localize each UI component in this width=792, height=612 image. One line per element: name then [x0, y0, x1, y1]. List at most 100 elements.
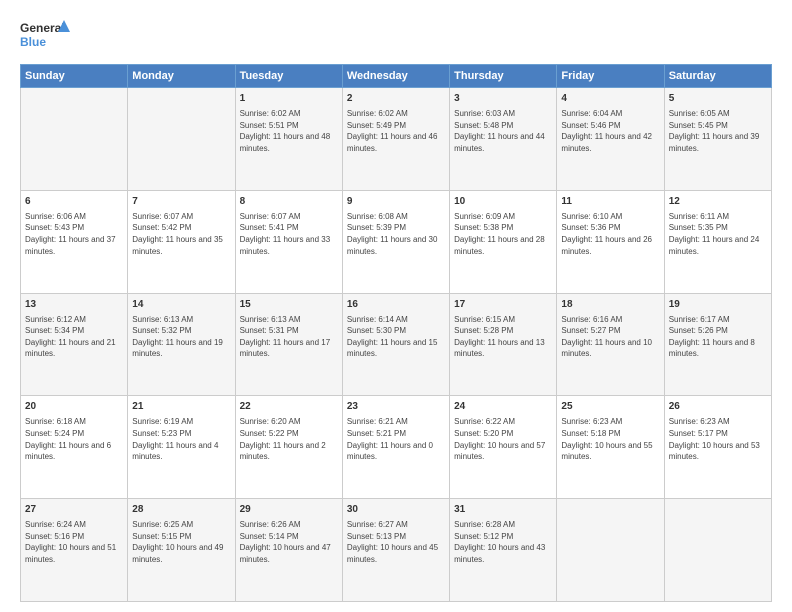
calendar-week-row: 1 Sunrise: 6:02 AM Sunset: 5:51 PM Daylig…	[21, 88, 772, 191]
calendar-cell: 2 Sunrise: 6:02 AM Sunset: 5:49 PM Daylig…	[342, 88, 449, 191]
day-number: 31	[454, 503, 552, 517]
day-number: 28	[132, 503, 230, 517]
calendar-cell: 4 Sunrise: 6:04 AM Sunset: 5:46 PM Daylig…	[557, 88, 664, 191]
calendar-cell	[557, 499, 664, 602]
calendar-cell: 29Sunrise: 6:26 AM Sunset: 5:14 PM Dayli…	[235, 499, 342, 602]
calendar-cell: 19 Sunrise: 6:17 AM Sunset: 5:26 PM Dayli…	[664, 293, 771, 396]
calendar-cell: 14 Sunrise: 6:13 AM Sunset: 5:32 PM Dayli…	[128, 293, 235, 396]
calendar-cell: 13Sunrise: 6:12 AM Sunset: 5:34 PM Dayli…	[21, 293, 128, 396]
cell-content: Sunrise: 6:19 AM Sunset: 5:23 PM Dayligh…	[132, 416, 230, 462]
cell-content: Sunrise: 6:07 AM Sunset: 5:41 PM Dayligh…	[240, 211, 338, 257]
cell-content: Sunrise: 6:28 AM Sunset: 5:12 PM Dayligh…	[454, 519, 552, 565]
header-row: SundayMondayTuesdayWednesdayThursdayFrid…	[21, 65, 772, 88]
day-number: 7	[132, 195, 230, 209]
header: General Blue	[20, 16, 772, 54]
calendar-cell: 9 Sunrise: 6:08 AM Sunset: 5:39 PM Daylig…	[342, 190, 449, 293]
day-number: 20	[25, 400, 123, 414]
cell-content: Sunrise: 6:04 AM Sunset: 5:46 PM Dayligh…	[561, 108, 659, 154]
calendar-cell: 12Sunrise: 6:11 AM Sunset: 5:35 PM Dayli…	[664, 190, 771, 293]
day-number: 1	[240, 92, 338, 106]
calendar-cell: 6Sunrise: 6:06 AM Sunset: 5:43 PM Daylig…	[21, 190, 128, 293]
calendar-cell: 23 Sunrise: 6:21 AM Sunset: 5:21 PM Dayli…	[342, 396, 449, 499]
cell-content: Sunrise: 6:06 AM Sunset: 5:43 PM Dayligh…	[25, 211, 123, 257]
day-number: 29	[240, 503, 338, 517]
cell-content: Sunrise: 6:20 AM Sunset: 5:22 PM Dayligh…	[240, 416, 338, 462]
day-number: 19	[669, 298, 767, 312]
calendar-table: SundayMondayTuesdayWednesdayThursdayFrid…	[20, 64, 772, 602]
calendar-cell: 7 Sunrise: 6:07 AM Sunset: 5:42 PM Daylig…	[128, 190, 235, 293]
logo-svg: General Blue	[20, 16, 70, 54]
page: General Blue SundayMondayTuesdayWednesda…	[0, 0, 792, 612]
day-number: 14	[132, 298, 230, 312]
cell-content: Sunrise: 6:23 AM Sunset: 5:17 PM Dayligh…	[669, 416, 767, 462]
calendar-cell: 1 Sunrise: 6:02 AM Sunset: 5:51 PM Daylig…	[235, 88, 342, 191]
svg-text:General: General	[20, 21, 65, 35]
cell-content: Sunrise: 6:15 AM Sunset: 5:28 PM Dayligh…	[454, 314, 552, 360]
logo: General Blue	[20, 16, 70, 54]
cell-content: Sunrise: 6:08 AM Sunset: 5:39 PM Dayligh…	[347, 211, 445, 257]
cell-content: Sunrise: 6:23 AM Sunset: 5:18 PM Dayligh…	[561, 416, 659, 462]
calendar-cell: 27Sunrise: 6:24 AM Sunset: 5:16 PM Dayli…	[21, 499, 128, 602]
cell-content: Sunrise: 6:14 AM Sunset: 5:30 PM Dayligh…	[347, 314, 445, 360]
calendar-week-row: 6Sunrise: 6:06 AM Sunset: 5:43 PM Daylig…	[21, 190, 772, 293]
day-number: 13	[25, 298, 123, 312]
calendar-cell: 3 Sunrise: 6:03 AM Sunset: 5:48 PM Daylig…	[450, 88, 557, 191]
calendar-cell: 20Sunrise: 6:18 AM Sunset: 5:24 PM Dayli…	[21, 396, 128, 499]
day-number: 11	[561, 195, 659, 209]
cell-content: Sunrise: 6:02 AM Sunset: 5:49 PM Dayligh…	[347, 108, 445, 154]
day-number: 2	[347, 92, 445, 106]
weekday-header: Saturday	[664, 65, 771, 88]
calendar-cell: 30 Sunrise: 6:27 AM Sunset: 5:13 PM Dayli…	[342, 499, 449, 602]
calendar-cell: 16 Sunrise: 6:14 AM Sunset: 5:30 PM Dayli…	[342, 293, 449, 396]
cell-content: Sunrise: 6:02 AM Sunset: 5:51 PM Dayligh…	[240, 108, 338, 154]
day-number: 26	[669, 400, 767, 414]
day-number: 25	[561, 400, 659, 414]
calendar-cell: 15 Sunrise: 6:13 AM Sunset: 5:31 PM Dayli…	[235, 293, 342, 396]
cell-content: Sunrise: 6:17 AM Sunset: 5:26 PM Dayligh…	[669, 314, 767, 360]
day-number: 24	[454, 400, 552, 414]
cell-content: Sunrise: 6:13 AM Sunset: 5:32 PM Dayligh…	[132, 314, 230, 360]
cell-content: Sunrise: 6:27 AM Sunset: 5:13 PM Dayligh…	[347, 519, 445, 565]
day-number: 16	[347, 298, 445, 312]
cell-content: Sunrise: 6:07 AM Sunset: 5:42 PM Dayligh…	[132, 211, 230, 257]
calendar-cell: 18Sunrise: 6:16 AM Sunset: 5:27 PM Dayli…	[557, 293, 664, 396]
calendar-header: SundayMondayTuesdayWednesdayThursdayFrid…	[21, 65, 772, 88]
cell-content: Sunrise: 6:22 AM Sunset: 5:20 PM Dayligh…	[454, 416, 552, 462]
calendar-cell: 11 Sunrise: 6:10 AM Sunset: 5:36 PM Dayli…	[557, 190, 664, 293]
cell-content: Sunrise: 6:24 AM Sunset: 5:16 PM Dayligh…	[25, 519, 123, 565]
day-number: 10	[454, 195, 552, 209]
day-number: 9	[347, 195, 445, 209]
weekday-header: Friday	[557, 65, 664, 88]
cell-content: Sunrise: 6:09 AM Sunset: 5:38 PM Dayligh…	[454, 211, 552, 257]
calendar-cell: 22Sunrise: 6:20 AM Sunset: 5:22 PM Dayli…	[235, 396, 342, 499]
calendar-week-row: 13Sunrise: 6:12 AM Sunset: 5:34 PM Dayli…	[21, 293, 772, 396]
calendar-cell: 17Sunrise: 6:15 AM Sunset: 5:28 PM Dayli…	[450, 293, 557, 396]
cell-content: Sunrise: 6:05 AM Sunset: 5:45 PM Dayligh…	[669, 108, 767, 154]
cell-content: Sunrise: 6:10 AM Sunset: 5:36 PM Dayligh…	[561, 211, 659, 257]
day-number: 12	[669, 195, 767, 209]
day-number: 18	[561, 298, 659, 312]
day-number: 3	[454, 92, 552, 106]
calendar-cell: 31 Sunrise: 6:28 AM Sunset: 5:12 PM Dayli…	[450, 499, 557, 602]
day-number: 15	[240, 298, 338, 312]
calendar-cell	[128, 88, 235, 191]
calendar-cell: 24 Sunrise: 6:22 AM Sunset: 5:20 PM Dayli…	[450, 396, 557, 499]
day-number: 30	[347, 503, 445, 517]
day-number: 8	[240, 195, 338, 209]
calendar-cell: 28 Sunrise: 6:25 AM Sunset: 5:15 PM Dayli…	[128, 499, 235, 602]
cell-content: Sunrise: 6:21 AM Sunset: 5:21 PM Dayligh…	[347, 416, 445, 462]
cell-content: Sunrise: 6:25 AM Sunset: 5:15 PM Dayligh…	[132, 519, 230, 565]
calendar-cell: 5Sunrise: 6:05 AM Sunset: 5:45 PM Daylig…	[664, 88, 771, 191]
calendar-cell	[664, 499, 771, 602]
cell-content: Sunrise: 6:03 AM Sunset: 5:48 PM Dayligh…	[454, 108, 552, 154]
calendar-week-row: 20Sunrise: 6:18 AM Sunset: 5:24 PM Dayli…	[21, 396, 772, 499]
day-number: 23	[347, 400, 445, 414]
cell-content: Sunrise: 6:13 AM Sunset: 5:31 PM Dayligh…	[240, 314, 338, 360]
weekday-header: Monday	[128, 65, 235, 88]
calendar-cell: 25 Sunrise: 6:23 AM Sunset: 5:18 PM Dayli…	[557, 396, 664, 499]
calendar-cell: 10 Sunrise: 6:09 AM Sunset: 5:38 PM Dayli…	[450, 190, 557, 293]
day-number: 21	[132, 400, 230, 414]
weekday-header: Wednesday	[342, 65, 449, 88]
day-number: 4	[561, 92, 659, 106]
calendar-week-row: 27Sunrise: 6:24 AM Sunset: 5:16 PM Dayli…	[21, 499, 772, 602]
